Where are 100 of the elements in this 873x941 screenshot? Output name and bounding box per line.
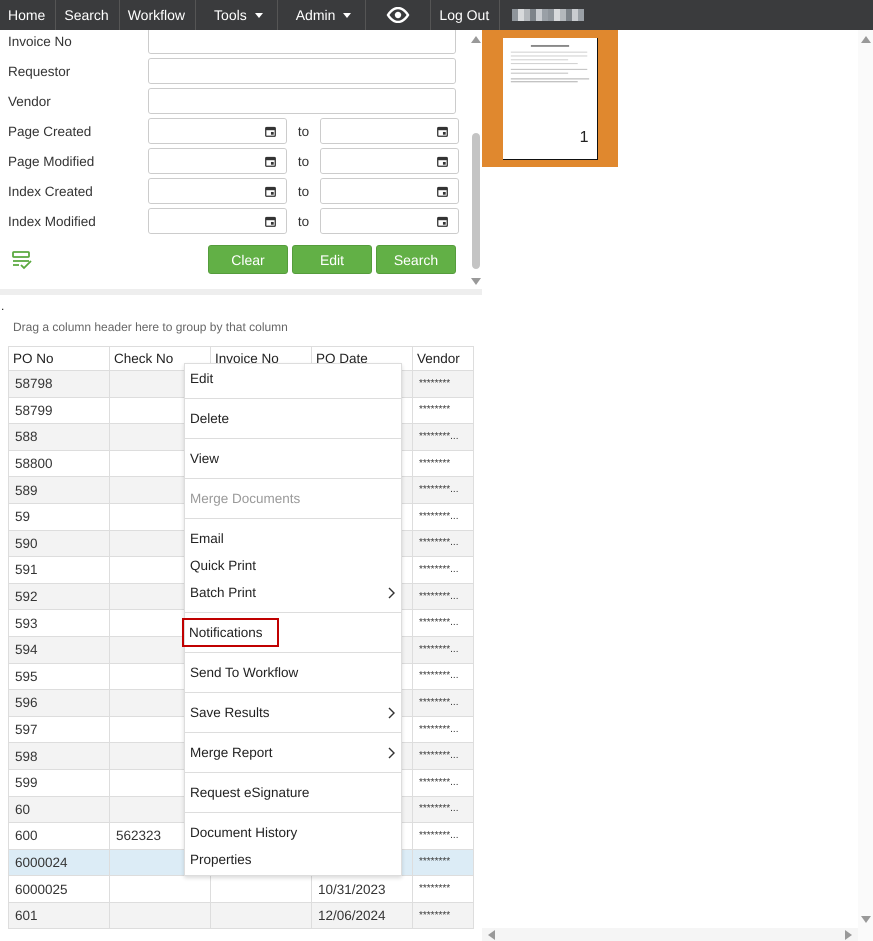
scroll-right-icon[interactable] — [845, 930, 852, 940]
table-cell: ********... — [419, 537, 458, 548]
scroll-down-icon[interactable] — [860, 916, 870, 923]
table-cell: ******** — [419, 404, 450, 416]
field-label: Page Modified — [8, 154, 96, 168]
table-cell: 588 — [15, 429, 38, 444]
table-cell: ********... — [419, 510, 458, 522]
table-cell: 590 — [15, 536, 38, 551]
chevron-right-icon — [388, 746, 395, 758]
table-cell: 594 — [15, 642, 38, 658]
table-cell: 597 — [15, 722, 38, 738]
range-separator: to — [296, 124, 310, 138]
date-field[interactable] — [320, 148, 459, 174]
calendar-icon — [437, 186, 448, 196]
column-header[interactable]: PO No — [8, 346, 110, 370]
table-cell: 600 — [15, 828, 38, 844]
calendar-icon — [265, 126, 276, 136]
text-field[interactable] — [148, 58, 456, 84]
table-cell: ********... — [419, 776, 458, 788]
scrollbar[interactable] — [858, 30, 873, 941]
table-cell: 58799 — [15, 402, 53, 418]
table-cell: ******** — [419, 910, 450, 921]
table-cell: ********... — [419, 803, 458, 814]
dot-text: . — [1, 301, 6, 311]
table-cell: ********... — [419, 696, 458, 708]
field-label: Vendor — [8, 94, 52, 108]
scroll-left-icon[interactable] — [488, 930, 495, 940]
table-cell: ********... — [419, 590, 458, 602]
page-number: 1 — [580, 129, 588, 147]
table-cell: 58798 — [15, 376, 53, 392]
table-cell: 596 — [15, 695, 38, 710]
chevron-right-icon — [388, 586, 395, 598]
caret-icon — [343, 12, 352, 18]
date-field[interactable] — [320, 178, 459, 204]
table-cell: ******** — [419, 378, 450, 389]
table-cell: 593 — [15, 616, 38, 631]
checklist-icon[interactable] — [11, 250, 33, 270]
field-label: Invoice No — [8, 34, 73, 48]
date-field[interactable] — [148, 118, 287, 144]
table-cell: 58800 — [15, 456, 53, 472]
table-cell: ******** — [419, 856, 450, 868]
table-cell: ********... — [419, 484, 458, 496]
text-field[interactable] — [148, 88, 456, 114]
range-separator: to — [296, 154, 310, 168]
menu-item[interactable]: Notifications — [185, 619, 401, 646]
scroll-up-icon[interactable] — [860, 36, 870, 43]
scrollbar[interactable] — [482, 928, 858, 941]
calendar-icon — [437, 156, 448, 166]
menu-item[interactable]: Delete — [185, 405, 401, 432]
table-cell: ********... — [419, 617, 458, 628]
field-label: Index Created — [8, 184, 94, 198]
calendar-icon — [265, 216, 276, 226]
chevron-right-icon — [388, 706, 395, 718]
table-cell: 10/31/2023 — [318, 882, 386, 897]
scroll-down-icon[interactable] — [470, 278, 480, 285]
caret-icon — [254, 12, 263, 18]
calendar-icon — [437, 126, 448, 136]
field-label: Index Modified — [8, 214, 97, 228]
table-cell: ********... — [419, 644, 458, 655]
menu-item[interactable]: Batch Print — [185, 579, 401, 606]
menu-item[interactable]: View — [185, 445, 401, 472]
page-thumbnail[interactable]: 1 — [482, 30, 618, 167]
table-cell: 595 — [15, 668, 38, 684]
table-row[interactable]: 601 12/06/2024 ******** — [8, 902, 474, 929]
field-label: Requestor — [8, 64, 72, 78]
table-cell: 589 — [15, 482, 38, 498]
table-cell: ********... — [419, 670, 458, 682]
menu-item[interactable]: Send To Workflow — [185, 659, 401, 686]
scroll-up-icon[interactable] — [470, 36, 480, 43]
date-field[interactable] — [148, 208, 287, 234]
table-cell: ********... — [419, 564, 458, 575]
table-cell: ********... — [419, 830, 458, 841]
group-by-hint: Drag a column header here to group by that column — [13, 320, 289, 334]
calendar-icon — [437, 216, 448, 226]
table-cell: 59 — [15, 509, 30, 524]
date-field[interactable] — [320, 208, 459, 234]
table-cell: ********... — [419, 430, 458, 442]
table-cell: 6000024 — [15, 854, 68, 870]
date-field[interactable] — [148, 178, 287, 204]
range-separator: to — [296, 214, 310, 228]
table-cell: ******** — [419, 883, 450, 894]
menu-item[interactable]: Request eSignature — [185, 779, 401, 806]
table-cell: 6000025 — [15, 882, 68, 897]
table-cell: ********... — [419, 750, 458, 762]
menu-item[interactable]: Quick Print — [185, 552, 401, 579]
table-cell: 12/06/2024 — [318, 908, 386, 924]
table-cell: 599 — [15, 775, 38, 790]
date-field[interactable] — [148, 148, 287, 174]
table-cell: ********... — [419, 724, 458, 735]
table-cell: 60 — [15, 802, 30, 817]
calendar-icon — [265, 156, 276, 166]
table-cell: 601 — [15, 908, 38, 924]
table-cell: 562323 — [116, 828, 162, 844]
table-cell: 598 — [15, 748, 38, 764]
field-label: Page Created — [8, 124, 92, 138]
calendar-icon — [265, 186, 276, 196]
date-field[interactable] — [320, 118, 459, 144]
text-field[interactable] — [148, 30, 456, 54]
table-cell: ******** — [419, 458, 450, 469]
table-cell: 591 — [15, 562, 38, 578]
